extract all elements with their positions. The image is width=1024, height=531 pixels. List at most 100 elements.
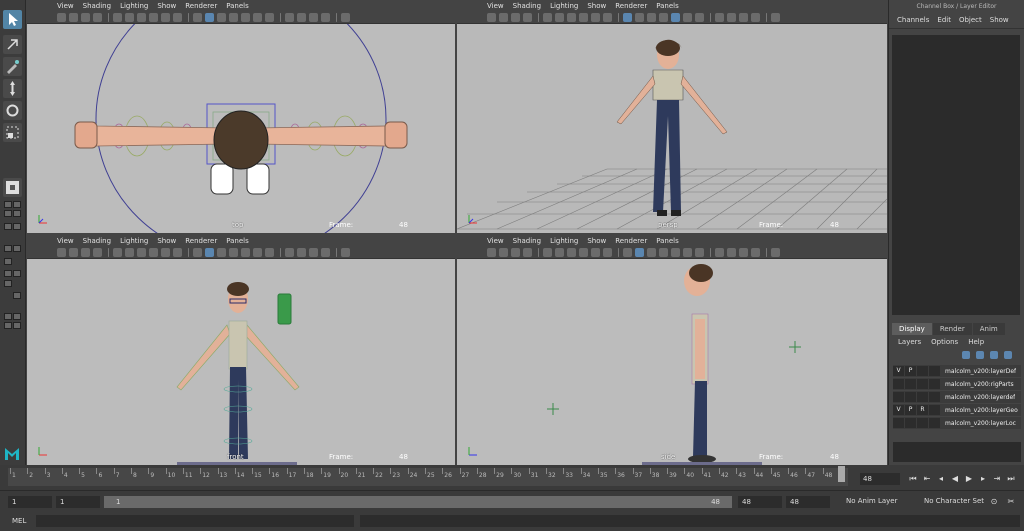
gamma-icon[interactable] xyxy=(341,12,350,22)
isolate-select-icon[interactable] xyxy=(715,12,724,22)
menu-shading[interactable]: Shading xyxy=(83,237,111,245)
safe-action-icon[interactable] xyxy=(173,12,182,22)
film-gate-icon[interactable] xyxy=(555,247,564,257)
menu-panels[interactable]: Panels xyxy=(656,237,679,245)
viewport-canvas[interactable]: persp Frame: 48 xyxy=(457,24,887,233)
gate-mask-icon[interactable] xyxy=(149,12,158,22)
display-type-toggle[interactable]: R xyxy=(917,405,928,415)
wireframe-on-shaded-icon[interactable] xyxy=(647,247,656,257)
resolution-gate-icon[interactable] xyxy=(137,247,146,257)
wireframe-on-shaded-icon[interactable] xyxy=(217,247,226,257)
menu-show[interactable]: Show xyxy=(587,237,606,245)
xray-joints-icon[interactable] xyxy=(309,247,318,257)
film-gate-icon[interactable] xyxy=(555,12,564,22)
ao-icon[interactable] xyxy=(265,12,274,22)
wireframe-icon[interactable] xyxy=(193,12,202,22)
color-swatch[interactable] xyxy=(929,379,940,389)
textured-icon[interactable] xyxy=(659,12,668,22)
current-time-marker[interactable] xyxy=(838,466,845,482)
wireframe-on-shaded-icon[interactable] xyxy=(217,12,226,22)
wireframe-icon[interactable] xyxy=(623,247,632,257)
anim-layer-dropdown[interactable]: No Anim Layer xyxy=(846,497,897,505)
layer-name[interactable]: malcolm_v200:layerDef xyxy=(945,368,1016,375)
menu-edit[interactable]: Edit xyxy=(937,16,951,24)
image-plane-icon[interactable] xyxy=(93,12,102,22)
menu-panels[interactable]: Panels xyxy=(226,2,249,10)
gate-mask-icon[interactable] xyxy=(149,247,158,257)
xray-components-icon[interactable] xyxy=(321,247,330,257)
layer-row[interactable]: malcolm_v200:layerLoc xyxy=(893,417,1021,429)
safe-action-icon[interactable] xyxy=(603,247,612,257)
menu-renderer[interactable]: Renderer xyxy=(185,237,217,245)
bookmark-icon[interactable] xyxy=(511,12,520,22)
bookmark-icon[interactable] xyxy=(81,247,90,257)
lights-icon[interactable] xyxy=(241,247,250,257)
layout-vertical-icon[interactable] xyxy=(4,223,12,230)
menu-lighting[interactable]: Lighting xyxy=(120,237,148,245)
visibility-toggle[interactable]: V xyxy=(893,366,904,376)
bookmark-icon[interactable] xyxy=(511,247,520,257)
animation-end-field[interactable]: 48 xyxy=(786,496,830,508)
camera-icon[interactable] xyxy=(57,12,66,22)
menu-options[interactable]: Options xyxy=(931,338,958,346)
layer-row[interactable]: malcolm_v200:layerdef xyxy=(893,391,1021,403)
resolution-gate-icon[interactable] xyxy=(137,12,146,22)
play-forward-icon[interactable]: ▶ xyxy=(964,473,974,485)
menu-shading[interactable]: Shading xyxy=(83,2,111,10)
menu-show[interactable]: Show xyxy=(990,16,1009,24)
menu-shading[interactable]: Shading xyxy=(513,237,541,245)
outliner-layout-icon[interactable] xyxy=(4,245,12,252)
xray-components-icon[interactable] xyxy=(751,12,760,22)
wireframe-icon[interactable] xyxy=(193,247,202,257)
command-language-label[interactable]: MEL xyxy=(12,517,26,525)
color-swatch[interactable] xyxy=(929,366,940,376)
step-forward-frame-icon[interactable]: ▸ xyxy=(978,473,988,485)
layer-row[interactable]: malcolm_v200:rigParts xyxy=(893,378,1021,390)
xray-components-icon[interactable] xyxy=(751,247,760,257)
tab-render[interactable]: Render xyxy=(932,323,972,335)
menu-renderer[interactable]: Renderer xyxy=(615,237,647,245)
move-tool-icon[interactable] xyxy=(3,79,22,98)
camera-icon[interactable] xyxy=(487,12,496,22)
playback-toggle[interactable] xyxy=(905,392,916,402)
isolate-select-icon[interactable] xyxy=(285,247,294,257)
move-layer-up-icon[interactable] xyxy=(962,351,970,359)
smooth-shade-icon[interactable] xyxy=(635,12,644,22)
step-forward-key-icon[interactable]: ⇥ xyxy=(992,473,1002,485)
image-plane-icon[interactable] xyxy=(523,12,532,22)
playback-end-field[interactable]: 48 xyxy=(738,496,782,508)
auto-key-icon[interactable]: ⊙ xyxy=(989,496,999,508)
single-pane-layout-icon[interactable] xyxy=(3,178,22,197)
layer-row[interactable]: V P malcolm_v200:layerDef xyxy=(893,365,1021,377)
layout-quad-icon[interactable] xyxy=(4,201,12,208)
menu-panels[interactable]: Panels xyxy=(656,2,679,10)
lights-icon[interactable] xyxy=(671,12,680,22)
wireframe-on-shaded-icon[interactable] xyxy=(647,12,656,22)
custom-layout-icon[interactable] xyxy=(4,322,12,329)
list-layout-icon[interactable] xyxy=(13,270,21,277)
menu-renderer[interactable]: Renderer xyxy=(185,2,217,10)
menu-view[interactable]: View xyxy=(487,237,504,245)
lights-icon[interactable] xyxy=(241,12,250,22)
color-swatch[interactable] xyxy=(929,392,940,402)
playback-toggle[interactable] xyxy=(905,418,916,428)
color-swatch[interactable] xyxy=(929,405,940,415)
rotate-tool-icon[interactable] xyxy=(3,101,22,120)
xray-components-icon[interactable] xyxy=(321,12,330,22)
scale-tool-icon[interactable] xyxy=(3,123,22,142)
textured-icon[interactable] xyxy=(659,247,668,257)
playback-toggle[interactable]: P xyxy=(905,366,916,376)
smooth-shade-icon[interactable] xyxy=(205,247,214,257)
select-tool-icon[interactable] xyxy=(3,10,22,29)
viewport-canvas[interactable]: top Frame: 48 xyxy=(27,24,455,233)
paint-select-tool-icon[interactable] xyxy=(3,57,22,76)
menu-renderer[interactable]: Renderer xyxy=(615,2,647,10)
channel-box-area[interactable] xyxy=(892,35,1020,315)
textured-icon[interactable] xyxy=(229,247,238,257)
camera-attr-icon[interactable] xyxy=(499,12,508,22)
layout-quad-icon[interactable] xyxy=(13,201,21,208)
wireframe-icon[interactable] xyxy=(623,12,632,22)
layer-name[interactable]: malcolm_v200:layerLoc xyxy=(945,420,1016,427)
new-layer-from-selected-icon[interactable] xyxy=(1004,351,1012,359)
xray-joints-icon[interactable] xyxy=(739,247,748,257)
